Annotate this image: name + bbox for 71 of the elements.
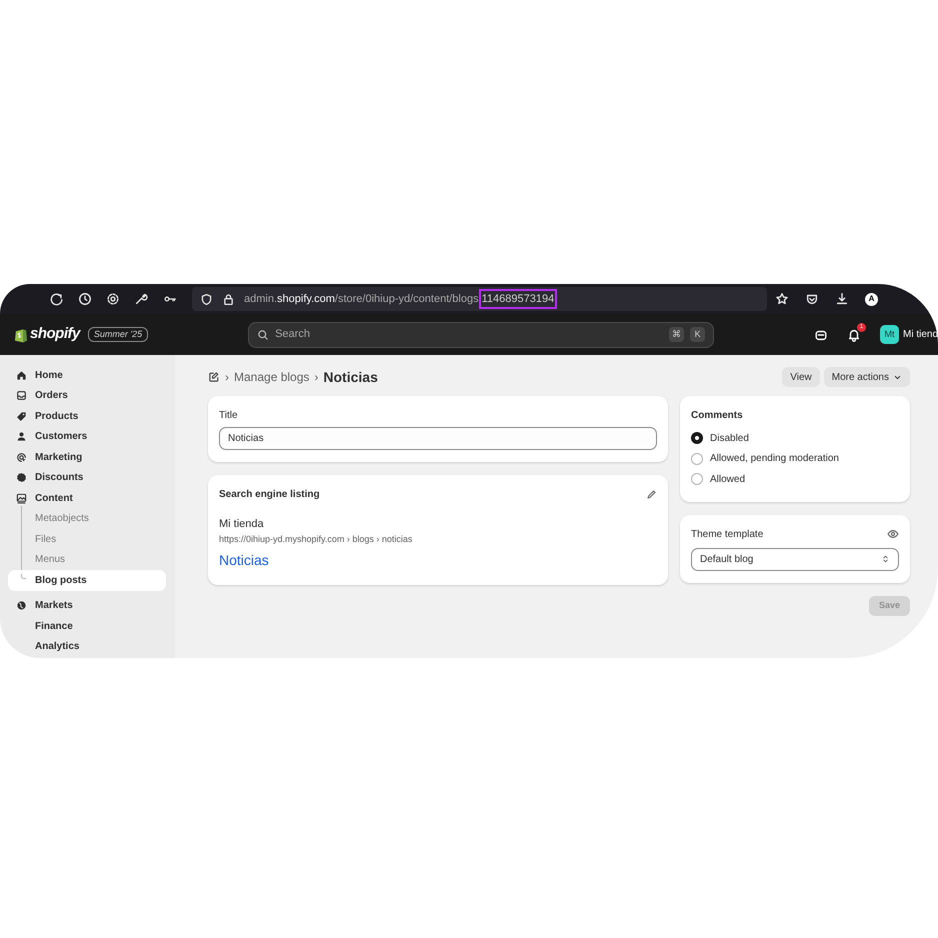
star-icon[interactable]	[775, 292, 789, 306]
sidebar-item[interactable]: Discounts	[8, 468, 166, 488]
sidebar-item[interactable]: Orders	[8, 386, 166, 406]
tag-icon	[16, 410, 27, 422]
search-input[interactable]: Search	[275, 326, 664, 343]
lock-icon	[222, 292, 235, 306]
reload-icon[interactable]	[50, 292, 64, 306]
sidebar-item[interactable]: Content	[8, 488, 166, 508]
url-text: admin.	[244, 292, 278, 307]
select-arrows-icon	[881, 554, 890, 564]
pocket-icon[interactable]	[805, 292, 819, 306]
radio-button[interactable]	[691, 452, 703, 465]
sidebar-item[interactable]: Customers	[8, 426, 166, 447]
search-icon	[257, 328, 270, 340]
card-heading: Search engine listing	[219, 488, 320, 502]
url-text: /store/0ihiup-yd/content/blogs	[334, 292, 479, 307]
card-heading: Comments	[691, 409, 744, 423]
title-input[interactable]: Noticias	[219, 427, 657, 450]
page-title: Noticias	[323, 368, 378, 386]
more-actions-button[interactable]: More actions	[824, 367, 910, 387]
address-bar[interactable]: admin.shopify.com/store/0ihiup-yd/content/blogs 114689573194	[192, 287, 767, 311]
edition-badge: Summer '25	[88, 327, 148, 342]
shortcut-key: K	[690, 327, 706, 342]
profile-avatar[interactable]: A	[865, 292, 878, 306]
listing-title: Noticias	[219, 551, 270, 570]
radio-button[interactable]	[691, 473, 703, 486]
person-icon	[16, 431, 27, 442]
sidebar-subitem[interactable]: Metaobjects	[8, 508, 166, 529]
radio-label: Allowed	[710, 472, 746, 487]
settings-icon[interactable]	[106, 292, 120, 306]
logo-text: shopify	[30, 324, 80, 344]
field-label: Title	[219, 409, 239, 423]
url-text: shopify.com	[277, 292, 335, 307]
clock-icon[interactable]	[78, 292, 92, 306]
bell-icon[interactable]	[846, 328, 861, 342]
sidebar-item[interactable]: Marketing	[8, 447, 166, 468]
radio-label: Allowed, pending moderation	[710, 452, 839, 466]
sidebar-subitem[interactable]: Files	[8, 529, 166, 550]
view-button[interactable]: View	[782, 367, 820, 387]
sidebar-item[interactable]: Products	[8, 406, 166, 426]
wrench-icon[interactable]	[134, 292, 148, 306]
store-title: Mi tienda	[219, 517, 265, 532]
breadcrumb-separator: ›	[314, 369, 318, 386]
template-select[interactable]: Default blog	[691, 548, 899, 570]
bag-icon	[14, 326, 28, 342]
shortcut-key: ⌘	[669, 327, 684, 342]
download-icon[interactable]	[835, 292, 849, 306]
breadcrumb-link[interactable]: Manage blogs	[234, 368, 310, 386]
inbox-icon	[16, 390, 27, 402]
badge-icon	[16, 472, 27, 484]
search-field[interactable]: Search ⌘ K	[248, 322, 714, 348]
breadcrumb-separator: ›	[225, 369, 229, 386]
highlighted-url-text: 114689573194	[478, 289, 558, 309]
store-avatar[interactable]: Mt	[880, 325, 899, 344]
eye-icon[interactable]	[887, 528, 899, 540]
sidebar-item[interactable]: Markets	[8, 596, 166, 616]
sidebar-item[interactable]: Analytics	[8, 636, 166, 657]
target-icon	[16, 452, 27, 463]
radio-button[interactable]	[691, 432, 703, 444]
pencil-icon[interactable]	[646, 489, 657, 500]
sidebar-item[interactable]: Home	[8, 365, 166, 386]
edit-icon[interactable]	[208, 371, 220, 383]
sidebar-subitem[interactable]: Menus	[8, 550, 166, 570]
listing-url: https://0ihiup-yd.myshopify.com › blogs › noticias	[219, 532, 414, 546]
radio-label: Disabled	[710, 432, 749, 446]
sidebar-item[interactable]: Finance	[8, 616, 166, 636]
sidebar-subitem[interactable]: Blog posts	[8, 570, 166, 590]
card-heading: Theme template	[691, 528, 764, 542]
shield-icon	[200, 292, 213, 306]
home-icon	[16, 370, 27, 381]
image-icon	[16, 492, 27, 504]
